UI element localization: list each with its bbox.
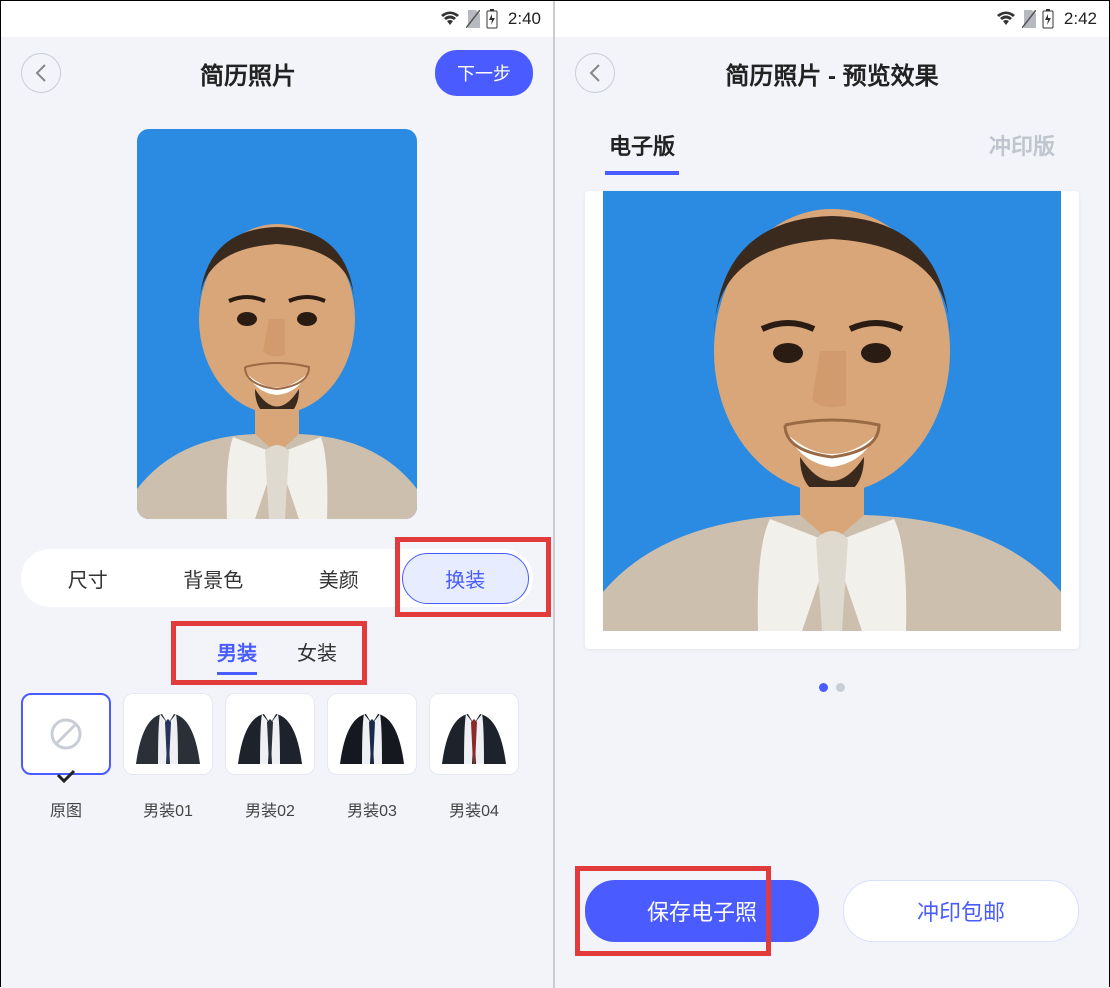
preview-photo (603, 191, 1061, 631)
battery-icon (486, 9, 498, 29)
option-size[interactable]: 尺寸 (25, 564, 151, 593)
header: 简历照片 下一步 (1, 37, 553, 109)
suit-icon (238, 704, 302, 764)
suit-icon (442, 704, 506, 764)
status-bar: 2:42 (555, 1, 1109, 37)
status-time: 2:42 (1064, 9, 1097, 29)
page-dots (555, 649, 1109, 726)
outfit-label: 男装04 (429, 797, 519, 821)
dot[interactable] (836, 683, 845, 692)
preview-card (585, 191, 1079, 649)
wifi-icon (440, 11, 460, 27)
print-ship-button[interactable]: 冲印包邮 (843, 880, 1079, 942)
screen-editor: 2:40 简历照片 下一步 (1, 1, 555, 988)
none-icon (48, 716, 84, 752)
chevron-left-icon (588, 63, 602, 83)
save-digital-button[interactable]: 保存电子照 (585, 880, 819, 942)
chevron-left-icon (34, 63, 48, 83)
outfit-gender-tabs: 男装 女装 (1, 631, 553, 675)
suit-icon (136, 704, 200, 764)
outfit-mens-02[interactable] (225, 693, 315, 775)
header: 简历照片 - 预览效果 (555, 37, 1109, 109)
status-bar: 2:40 (1, 1, 553, 37)
page-title: 简历照片 - 预览效果 (615, 56, 1049, 91)
tab-digital[interactable]: 电子版 (605, 119, 679, 175)
outfit-mens-01[interactable] (123, 693, 213, 775)
outfit-label: 男装01 (123, 797, 213, 821)
action-row: 保存电子照 冲印包邮 (555, 880, 1109, 942)
tab-mens[interactable]: 男装 (217, 631, 257, 675)
next-step-button[interactable]: 下一步 (435, 50, 533, 96)
battery-icon (1042, 9, 1054, 29)
outfit-mens-04[interactable] (429, 693, 519, 775)
no-sim-icon (1022, 10, 1036, 28)
screen-preview: 2:42 简历照片 - 预览效果 电子版 冲印版 (555, 1, 1109, 988)
person-illustration (137, 189, 417, 519)
outfit-mens-03[interactable] (327, 693, 417, 775)
outfit-row (1, 693, 553, 787)
photo-preview-area (1, 109, 553, 549)
option-beauty[interactable]: 美颜 (276, 564, 402, 593)
outfit-original[interactable] (21, 693, 111, 775)
back-button[interactable] (21, 53, 61, 93)
tutorial-highlight-gender (171, 621, 367, 685)
preview-tabs: 电子版 冲印版 (555, 109, 1109, 191)
outfit-label: 原图 (21, 797, 111, 821)
option-background[interactable]: 背景色 (151, 564, 277, 593)
id-photo (137, 129, 417, 519)
person-illustration (603, 191, 1061, 631)
status-time: 2:40 (508, 9, 541, 29)
page-title: 简历照片 (61, 56, 435, 91)
option-strip: 尺寸 背景色 美颜 换装 (21, 549, 533, 607)
dot[interactable] (819, 683, 828, 692)
outfit-label: 男装02 (225, 797, 315, 821)
suit-icon (340, 704, 404, 764)
tab-womens[interactable]: 女装 (297, 631, 337, 675)
wifi-icon (996, 11, 1016, 27)
outfit-labels: 原图 男装01 男装02 男装03 男装04 (1, 787, 553, 821)
outfit-label: 男装03 (327, 797, 417, 821)
back-button[interactable] (575, 53, 615, 93)
option-outfit[interactable]: 换装 (402, 553, 530, 604)
check-icon (56, 769, 76, 783)
tab-print[interactable]: 冲印版 (985, 119, 1059, 175)
no-sim-icon (466, 10, 480, 28)
